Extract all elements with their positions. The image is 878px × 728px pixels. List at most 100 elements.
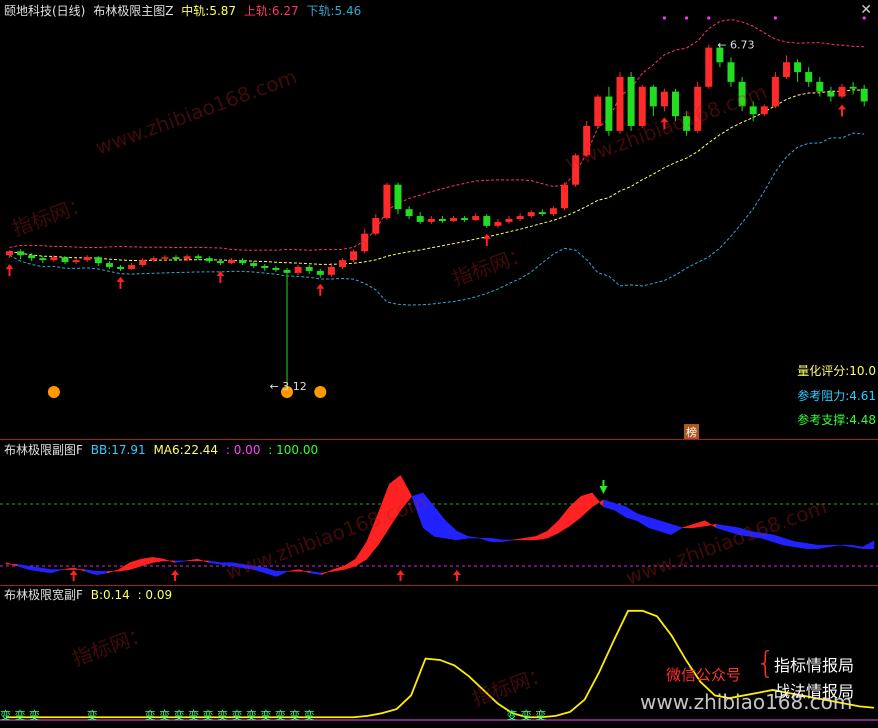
bian-marker: 变 (506, 708, 517, 722)
candle-body (72, 260, 80, 263)
wechat-label: 微信公众号 (666, 666, 742, 684)
bb-below-segment (828, 544, 841, 548)
bb-above-segment (558, 506, 570, 534)
score-value: 10.0 (849, 364, 876, 378)
candle-body (394, 184, 402, 210)
candle-body (327, 266, 335, 275)
bb-below-segment (467, 536, 480, 539)
bb-above-segment (355, 540, 367, 567)
candle-body (305, 266, 313, 271)
bian-marker: 变 (535, 708, 546, 722)
candle-body (316, 270, 324, 275)
bb-above-segment (591, 492, 604, 508)
candle-body (416, 216, 424, 222)
bb-below-segment (84, 569, 97, 576)
bb-above-segment (332, 565, 345, 572)
down-arrow-icon (599, 480, 608, 494)
candle-body (205, 258, 213, 262)
bb-below-segment (501, 539, 514, 542)
bb-below-segment (670, 523, 683, 536)
up-arrow-icon (482, 233, 491, 246)
candle-body (771, 76, 779, 107)
bian-marker: 变 (87, 708, 98, 722)
candle-body (760, 106, 768, 115)
candle-body (438, 219, 446, 221)
candle-body (228, 260, 235, 264)
candle-body (427, 219, 435, 222)
candle-body (405, 209, 413, 217)
bb-above-segment (62, 567, 74, 570)
bian-marker: 变 (29, 708, 40, 722)
bian-marker: 变 (159, 708, 170, 722)
bian-marker: 变 (0, 708, 11, 722)
bian-marker: 变 (145, 708, 156, 722)
brand-1: 指标情报局 (774, 656, 855, 675)
candle-body (660, 91, 668, 107)
candle-body (649, 86, 657, 107)
bb-below-segment (614, 502, 627, 518)
sub-chart (0, 474, 878, 581)
candle-body (194, 256, 202, 259)
candle-body (361, 233, 369, 252)
candle-body (239, 260, 247, 264)
bb-below-segment (851, 544, 863, 549)
bian-marker: 变 (304, 708, 315, 722)
up-arrow-icon (838, 104, 846, 117)
bb-above-segment (524, 536, 537, 541)
candle-body (128, 265, 136, 269)
bb-above-segment (163, 558, 176, 563)
bb-below-segment (637, 513, 649, 529)
resist-label: 参考阻力: (797, 389, 850, 403)
up-arrow-icon (5, 264, 14, 277)
candle-body (283, 269, 291, 273)
bb-below-segment (490, 537, 503, 542)
candle-body (216, 261, 224, 264)
bb-below-segment (28, 565, 41, 572)
bb-above-segment (704, 520, 717, 529)
candle-body (783, 62, 790, 77)
score-label: 量化评分: (797, 364, 850, 378)
up-arrow-icon (69, 570, 78, 581)
bb-below-segment (17, 564, 29, 570)
peak-price-label: ← 6.73 (717, 39, 754, 52)
candle-body (150, 258, 158, 261)
watermark: www.zhibiao168.com (640, 690, 853, 714)
bian-marker: 变 (217, 708, 228, 722)
up-arrow-icon (396, 570, 405, 581)
bb-above-segment (287, 569, 300, 572)
up-arrow-icon (316, 283, 325, 296)
bb-above-segment (580, 492, 593, 518)
up-arrow-icon (171, 570, 180, 581)
bian-marker: 变 (231, 708, 242, 722)
bb-below-segment (479, 537, 491, 542)
candle-body (139, 260, 147, 266)
bb-below-segment (806, 543, 818, 549)
bb-above-segment (535, 530, 548, 541)
candle-body (383, 184, 391, 219)
candle-body (472, 216, 480, 220)
bb-above-segment (693, 520, 706, 529)
candle-body (172, 257, 180, 260)
candle-body (94, 257, 102, 264)
bb-below-segment (445, 520, 458, 541)
bb-below-segment (50, 569, 63, 574)
bb-above-segment (152, 557, 165, 563)
signal-dot-icon (685, 16, 689, 20)
bb-above-segment (197, 558, 210, 563)
candle-body (294, 266, 302, 273)
candle-body (616, 76, 624, 131)
bb-below-segment (310, 570, 322, 576)
bb-above-segment (546, 520, 559, 539)
bian-marker: 变 (289, 708, 300, 722)
candle-body (805, 72, 813, 82)
candle-body (450, 218, 457, 221)
candle-body (594, 96, 602, 126)
bian-marker: 变 (174, 708, 185, 722)
resist-value: 4.61 (849, 389, 876, 403)
bian-marker: 变 (203, 708, 214, 722)
sub-panel: 布林极限副图F BB:17.91 MA6:22.44 : 0.00 : 100.… (0, 440, 878, 586)
candle-body (505, 219, 513, 222)
lower-band-line (9, 132, 865, 306)
candle-body (727, 62, 735, 82)
candle-body (527, 212, 535, 217)
